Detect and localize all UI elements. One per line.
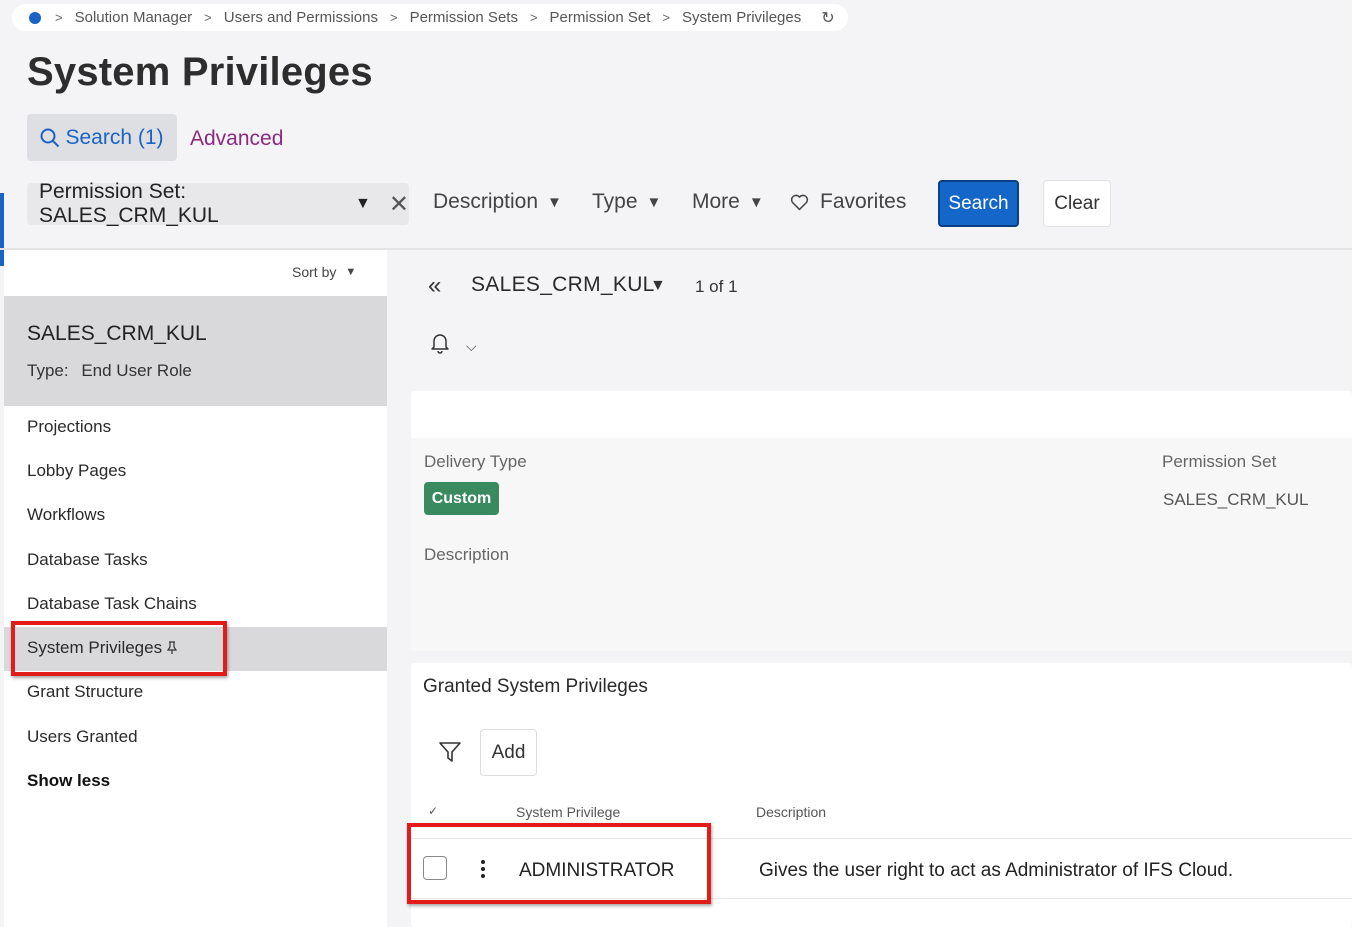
collapse-left-icon[interactable]: « [428,272,441,300]
select-all-check-icon[interactable]: ✓ [428,804,438,818]
highlight-box [11,621,227,676]
sidebar-item-grant-structure[interactable]: Grant Structure [27,682,143,702]
record-count: 1 of 1 [695,277,738,296]
caret-down-icon: ▼ [646,193,662,211]
search-tab[interactable]: Search (1) [27,114,177,161]
breadcrumb-item-current: System Privileges [682,9,802,26]
chevron-right-icon: > [55,10,63,25]
favorites-label: Favorites [820,190,907,213]
status-badge: Custom [424,482,499,515]
more-filter[interactable]: More ▼ [692,190,764,214]
filter-chip-label: Permission Set: SALES_CRM_KUL [39,180,219,227]
details-card [411,391,1352,651]
selected-record-card[interactable]: SALES_CRM_KUL Type: End User Role [4,296,387,406]
refresh-icon[interactable]: ↻ [821,8,834,28]
chevron-right-icon: > [389,10,398,25]
chevron-right-icon: > [529,10,538,25]
breadcrumb-item[interactable]: Permission Set [550,9,651,26]
type-filter-label: Type [592,190,638,213]
breadcrumb-item[interactable]: Users and Permissions [224,9,378,26]
sidebar-item-projections[interactable]: Projections [27,417,111,437]
bell-icon[interactable] [430,332,450,359]
sidebar-item-database-task-chains[interactable]: Database Task Chains [27,594,197,614]
type-label: Type: [27,361,69,380]
breadcrumb-item[interactable]: Solution Manager [75,9,193,26]
show-less-link[interactable]: Show less [27,771,110,791]
caret-down-icon[interactable]: ▼ [355,195,371,213]
sidebar-item-users-granted[interactable]: Users Granted [27,727,138,747]
page-title: System Privileges [27,50,373,94]
home-dot-icon[interactable] [29,11,41,24]
delivery-type-label: Delivery Type [424,452,527,471]
search-button[interactable]: Search [938,180,1019,227]
record-selector-name[interactable]: SALES_CRM_KUL [471,273,655,297]
caret-down-icon[interactable]: ▼ [650,277,666,295]
filter-icon[interactable] [438,740,462,769]
add-button[interactable]: Add [480,729,537,776]
sidebar-item-lobby-pages[interactable]: Lobby Pages [27,461,126,481]
breadcrumb-item[interactable]: Permission Sets [410,9,518,26]
sort-by-dropdown[interactable]: Sort by ▼ [286,261,372,283]
more-filter-label: More [692,190,740,213]
favorites-button[interactable]: Favorites [790,190,906,214]
advanced-tab[interactable]: Advanced [190,127,283,151]
search-tab-label: Search (1) [65,125,164,149]
clear-button[interactable]: Clear [1043,180,1111,227]
filter-chip[interactable]: Permission Set: SALES_CRM_KUL ▼ ✕ [27,180,409,227]
table-cell-description: Gives the user right to act as Administr… [759,860,1234,881]
selected-record-name: SALES_CRM_KUL [27,322,207,345]
description-filter[interactable]: Description ▼ [433,190,562,214]
section-title: Granted System Privileges [423,676,648,697]
caret-down-icon: ▼ [345,266,357,278]
chevron-right-icon: > [662,10,671,25]
column-header-description[interactable]: Description [756,804,826,820]
search-icon [40,128,60,147]
caret-down-icon: ▼ [547,193,562,211]
sidebar-item-database-tasks[interactable]: Database Tasks [27,550,148,570]
close-icon[interactable]: ✕ [389,190,409,219]
column-header-system-privilege[interactable]: System Privilege [516,804,620,820]
chevron-down-icon[interactable]: ⌵ [466,338,477,355]
permission-set-value: SALES_CRM_KUL [1163,490,1309,509]
highlight-box [407,823,711,904]
type-value: End User Role [81,361,192,380]
type-filter[interactable]: Type ▼ [592,190,661,214]
sort-by-label: Sort by [292,264,337,280]
heart-icon [790,194,809,210]
caret-down-icon: ▼ [748,193,764,211]
description-label: Description [424,545,510,564]
permission-set-label: Permission Set [1162,452,1277,471]
breadcrumb: > Solution Manager > Users and Permissio… [12,4,848,31]
sidebar-item-workflows[interactable]: Workflows [27,505,105,525]
selected-record-type: Type: End User Role [27,361,192,381]
description-filter-label: Description [433,190,539,213]
chevron-right-icon: > [204,10,212,25]
